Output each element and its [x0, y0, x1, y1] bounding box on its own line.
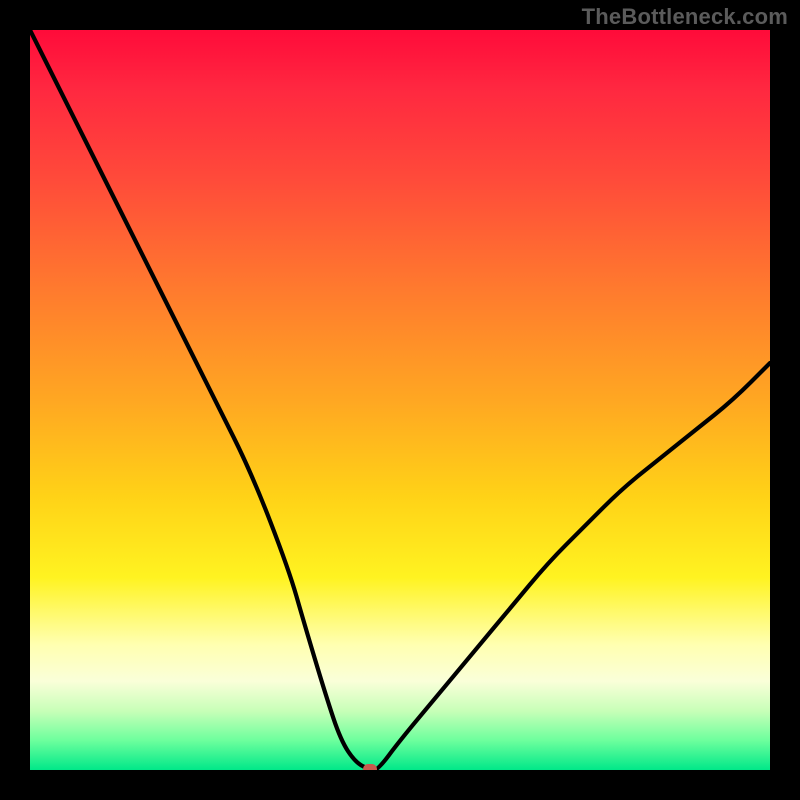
curve-path [30, 30, 770, 770]
chart-frame: TheBottleneck.com [0, 0, 800, 800]
watermark-text: TheBottleneck.com [582, 4, 788, 30]
plot-area [30, 30, 770, 770]
optimum-marker-icon [363, 764, 377, 770]
bottleneck-curve [30, 30, 770, 770]
